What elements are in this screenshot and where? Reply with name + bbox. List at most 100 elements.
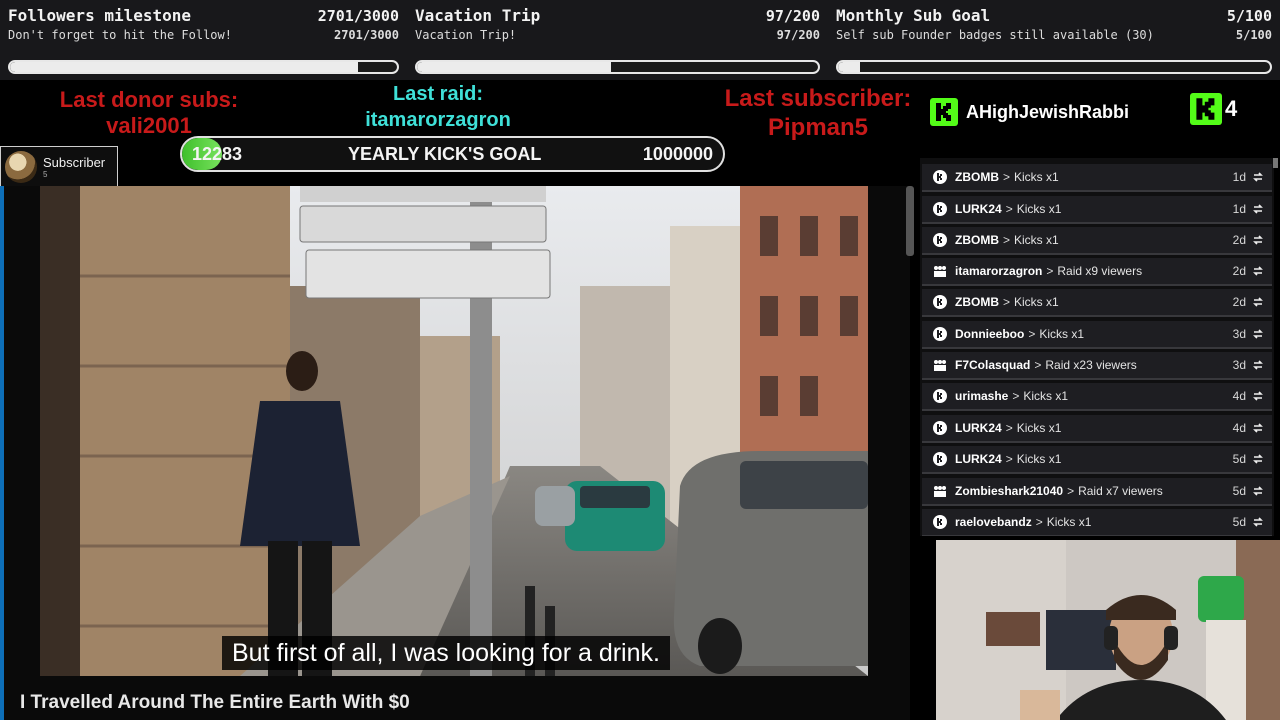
event-user: LURK24	[955, 452, 1002, 466]
event-row: Zombieshark21040 > Raid x7 viewers 5d	[922, 478, 1272, 506]
goal-count: 97/200	[765, 7, 820, 25]
event-action: Kicks x1	[1046, 515, 1092, 529]
kick-logo-icon	[932, 420, 948, 436]
kick-logo-icon	[932, 326, 948, 342]
recent-events-list[interactable]: ZBOMB > Kicks x1 1d LURK24 > Kicks x1 1d ZBO…	[920, 158, 1274, 536]
event-separator: >	[1003, 295, 1011, 309]
event-user: LURK24	[955, 421, 1002, 435]
replay-icon[interactable]	[1252, 265, 1264, 277]
top-kicker-name: AHighJewishRabbi	[966, 101, 1130, 122]
replay-icon[interactable]	[1252, 296, 1264, 308]
replay-icon[interactable]	[1252, 453, 1264, 465]
goal-progress-fill	[10, 62, 359, 72]
event-action: Kicks x1	[1039, 327, 1085, 341]
event-time: 2d	[1232, 295, 1246, 309]
event-user: urimashe	[955, 389, 1009, 403]
event-time: 5d	[1232, 452, 1246, 466]
video-scrollbar[interactable]	[906, 186, 914, 256]
replay-icon[interactable]	[1252, 390, 1264, 402]
kick-logo-icon	[930, 98, 958, 126]
yearly-kicks-goal: 12283 YEARLY KICK'S GOAL 1000000	[180, 136, 725, 172]
replay-icon[interactable]	[1252, 171, 1264, 183]
goal-progress-bar	[8, 60, 399, 74]
event-separator: >	[1046, 264, 1054, 278]
event-action: Kicks x1	[1016, 202, 1062, 216]
goal-progress-bar	[836, 60, 1272, 74]
event-separator: >	[1034, 358, 1042, 372]
replay-icon[interactable]	[1252, 234, 1264, 246]
event-time: 1d	[1232, 170, 1246, 184]
event-time: 3d	[1232, 327, 1246, 341]
event-time: 5d	[1232, 484, 1246, 498]
goal-sub-count: 5/100	[1235, 28, 1272, 42]
replay-icon[interactable]	[1252, 516, 1264, 528]
replay-icon[interactable]	[1252, 422, 1264, 434]
goal-title: Monthly Sub Goal	[836, 6, 991, 25]
last-subscriber-alert: Last subscriber: Pipman5	[708, 84, 928, 142]
event-row: urimashe > Kicks x1 4d	[922, 383, 1272, 411]
yearly-goal-current: 12283	[192, 143, 243, 164]
event-time: 4d	[1232, 421, 1246, 435]
event-row: itamarorzagron > Raid x9 viewers 2d	[922, 258, 1272, 286]
goal-subtitle: Don't forget to hit the Follow!	[8, 28, 232, 42]
event-user: ZBOMB	[955, 233, 999, 247]
event-separator: >	[1003, 233, 1011, 247]
event-separator: >	[1067, 484, 1075, 498]
goal-count: 2701/3000	[317, 7, 399, 25]
event-separator: >	[1028, 327, 1036, 341]
event-action: Kicks x1	[1014, 233, 1059, 247]
event-user: LURK24	[955, 202, 1002, 216]
event-row: Donnieeboo > Kicks x1 3d	[922, 321, 1272, 349]
event-separator: >	[1003, 170, 1011, 184]
video-scene-image	[40, 186, 868, 676]
event-action: Kicks x1	[1014, 170, 1059, 184]
raid-icon	[932, 357, 948, 373]
event-user: raelovebandz	[955, 515, 1032, 529]
kick-logo-icon	[932, 451, 948, 467]
event-action: Kicks x1	[1016, 452, 1062, 466]
goal-subtitle: Vacation Trip!	[415, 28, 517, 42]
event-user: ZBOMB	[955, 170, 999, 184]
event-action: Raid x7 viewers	[1078, 484, 1163, 498]
goal-vacation: Vacation Trip 97/200 Vacation Trip! 97/2…	[407, 0, 828, 80]
goal-sub-count: 2701/3000	[333, 28, 399, 42]
last-raid-alert: Last raid: itamarorzagron	[338, 81, 538, 133]
replay-icon[interactable]	[1252, 485, 1264, 497]
webcam-feed	[936, 540, 1280, 720]
goal-count: 5/100	[1226, 7, 1272, 25]
kick-logo-icon	[932, 169, 948, 185]
event-action: Kicks x1	[1014, 295, 1059, 309]
event-time: 2d	[1232, 233, 1246, 247]
event-separator: >	[1005, 421, 1013, 435]
subscriber-count: 5	[43, 170, 48, 179]
subscriber-label: Subscriber	[43, 155, 106, 170]
event-action: Kicks x1	[1016, 421, 1062, 435]
last-raid-label: Last raid:	[392, 83, 484, 105]
event-time: 4d	[1232, 389, 1246, 403]
event-user: itamarorzagron	[955, 264, 1043, 278]
last-donor-label: Last donor subs:	[59, 87, 239, 112]
goal-monthly-sub: Monthly Sub Goal 5/100 Self sub Founder …	[828, 0, 1280, 80]
event-row: LURK24 > Kicks x1 4d	[922, 415, 1272, 443]
event-separator: >	[1035, 515, 1043, 529]
replay-icon[interactable]	[1252, 359, 1264, 371]
last-subscriber-name: Pipman5	[767, 114, 869, 141]
yearly-goal-label: YEARLY KICK'S GOAL	[348, 143, 542, 164]
event-action: Raid x9 viewers	[1057, 264, 1143, 278]
last-raid-name: itamarorzagron	[365, 109, 511, 131]
event-row: F7Colasquad > Raid x23 viewers 3d	[922, 352, 1272, 380]
event-row: LURK24 > Kicks x1 1d	[922, 196, 1272, 224]
video-frame[interactable]	[40, 186, 868, 676]
event-time: 5d	[1232, 515, 1246, 529]
event-user: Zombieshark21040	[955, 484, 1064, 498]
replay-icon[interactable]	[1252, 328, 1264, 340]
event-separator: >	[1012, 389, 1020, 403]
replay-icon[interactable]	[1252, 203, 1264, 215]
video-title[interactable]: I Travelled Around The Entire Earth With…	[20, 692, 410, 714]
event-user: F7Colasquad	[955, 358, 1031, 372]
raid-icon	[932, 483, 948, 499]
event-time: 1d	[1232, 202, 1246, 216]
event-row: ZBOMB > Kicks x1 1d	[922, 164, 1272, 192]
events-scrollbar[interactable]	[1273, 158, 1278, 168]
top-kicker-count: 4	[1225, 96, 1238, 121]
